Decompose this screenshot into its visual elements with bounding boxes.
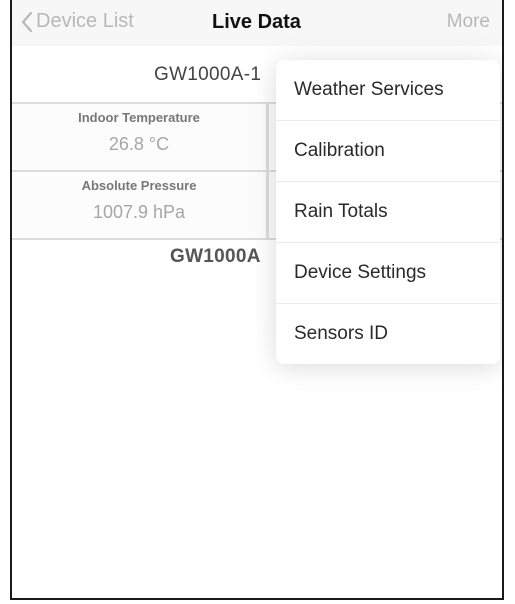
tile-label: Indoor Temperature (78, 110, 200, 125)
navigation-bar: Device List Live Data More (12, 0, 502, 47)
page-title: Live Data (212, 11, 301, 33)
device-name-heading: GW1000A-1 (154, 64, 262, 85)
device-name-heading: GW1000A (170, 246, 261, 267)
tile-value: 26.8 °C (108, 134, 170, 154)
menu-item-rain-totals[interactable]: Rain Totals (276, 182, 500, 243)
back-button[interactable]: Device List (20, 10, 134, 33)
menu-item-device-settings[interactable]: Device Settings (276, 243, 500, 304)
indoor-temperature-tile[interactable]: Indoor Temperature 26.8 °C (12, 104, 269, 170)
app-screen: Device List Live Data More GW1000A-1 Ind… (10, 0, 504, 600)
more-dropdown-menu: Weather Services Calibration Rain Totals… (276, 60, 500, 364)
tile-value: 1007.9 hPa (92, 202, 186, 222)
tile-label: Absolute Pressure (81, 178, 197, 193)
absolute-pressure-tile[interactable]: Absolute Pressure 1007.9 hPa (12, 172, 269, 238)
back-button-label: Device List (36, 10, 134, 32)
menu-item-sensors-id[interactable]: Sensors ID (276, 304, 500, 364)
chevron-left-icon (21, 11, 33, 32)
menu-item-calibration[interactable]: Calibration (276, 121, 500, 182)
more-button[interactable]: More (447, 11, 490, 33)
menu-item-weather-services[interactable]: Weather Services (276, 60, 500, 121)
